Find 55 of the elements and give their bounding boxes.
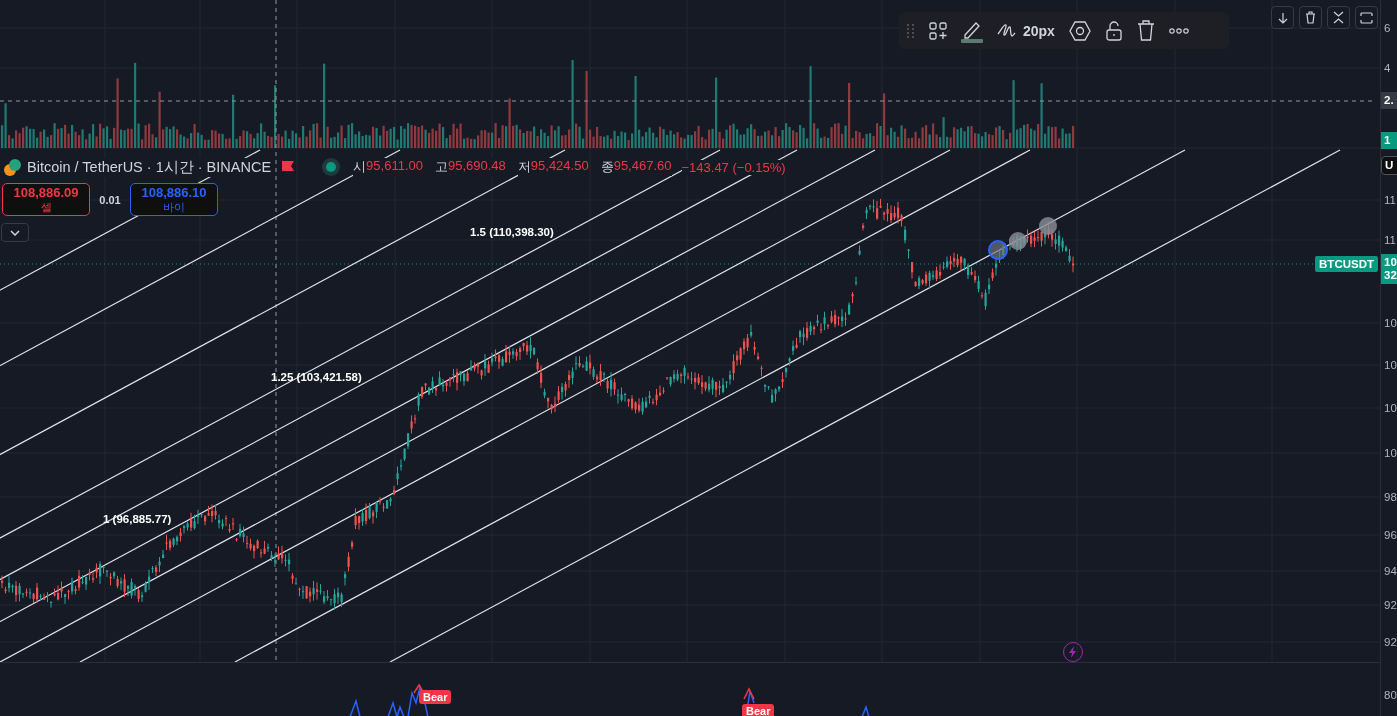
collapse-button[interactable] (1, 223, 29, 242)
maximize-pane-button[interactable] (1355, 6, 1378, 29)
collapse-pane-button[interactable] (1327, 6, 1350, 29)
trash-icon (1305, 11, 1316, 24)
settings-button[interactable] (1068, 20, 1091, 41)
price-axis-label: 92 (1383, 598, 1397, 613)
coin-logo-icon (4, 158, 21, 176)
arrow-down-icon (1277, 11, 1288, 24)
sell-button[interactable]: 108,886.09 셀 (2, 183, 90, 216)
symbol-price-tag: BTCUSDT (1315, 256, 1378, 272)
spread-value: 0.01 (98, 193, 122, 206)
signal-label: Bear (742, 704, 775, 716)
price-axis-label: 80 (1383, 688, 1397, 703)
price-axis-label: 10 (1383, 358, 1397, 373)
price-axis-label: 6 (1383, 21, 1392, 36)
anchor-handle[interactable] (1039, 217, 1057, 235)
fib-level-label: 1.5 (110,398.30) (470, 226, 554, 238)
price-axis-label: 4 (1383, 61, 1392, 76)
ohlc-value: 저95,424.50 (517, 158, 589, 176)
status-dot-icon (321, 157, 342, 177)
lock-button[interactable] (1104, 20, 1123, 41)
drag-handle-icon[interactable] (907, 22, 915, 39)
fib-level-label: 1.25 (103,421.58) (271, 371, 362, 383)
buy-button[interactable]: 108,886.10 바이 (130, 183, 218, 216)
price-axis-label: 10 (1383, 316, 1397, 331)
price-axis-label: 10 (1383, 446, 1397, 461)
delete-button[interactable] (1136, 20, 1155, 41)
price-axis-label: 1 (1381, 132, 1397, 150)
ohlc-value: 고95,690.48 (434, 158, 506, 176)
ohlc-value: 시95,611.00 (353, 158, 423, 176)
symbol-title[interactable]: Bitcoin / TetherUS · 1시간 · BINANCE (27, 157, 272, 177)
price-axis-label: 10 32 (1381, 254, 1397, 285)
price-axis-label: 94 (1383, 564, 1397, 579)
collapse-icon (1333, 11, 1344, 24)
anchor-handle[interactable] (1009, 232, 1027, 250)
anchor-handle[interactable] (988, 240, 1008, 260)
price-axis-label: 92 (1383, 635, 1397, 650)
price-axis-label: 98 (1383, 490, 1397, 505)
add-template-button[interactable] (929, 21, 947, 40)
price-axis-label: 11 (1383, 193, 1397, 208)
flag-icon[interactable] (281, 160, 296, 174)
line-width-button[interactable]: 20px (997, 21, 1055, 40)
price-axis-label: 2. (1381, 92, 1397, 110)
chevron-down-icon (10, 229, 20, 236)
signal-label: Bear (419, 690, 452, 704)
delete-pane-button[interactable] (1299, 6, 1322, 29)
price-axis-label: 11 (1383, 233, 1397, 248)
ohlc-value: 종95,467.60 (600, 158, 672, 176)
price-axis-label: 96 (1383, 528, 1397, 543)
more-button[interactable] (1168, 27, 1189, 34)
scroll-down-button[interactable] (1271, 6, 1294, 29)
maximize-icon (1360, 11, 1373, 24)
price-axis-label: 10 (1383, 401, 1397, 416)
price-axis-label: U (1381, 156, 1397, 176)
price-change: −143.47 (−0.15%) (681, 159, 786, 175)
